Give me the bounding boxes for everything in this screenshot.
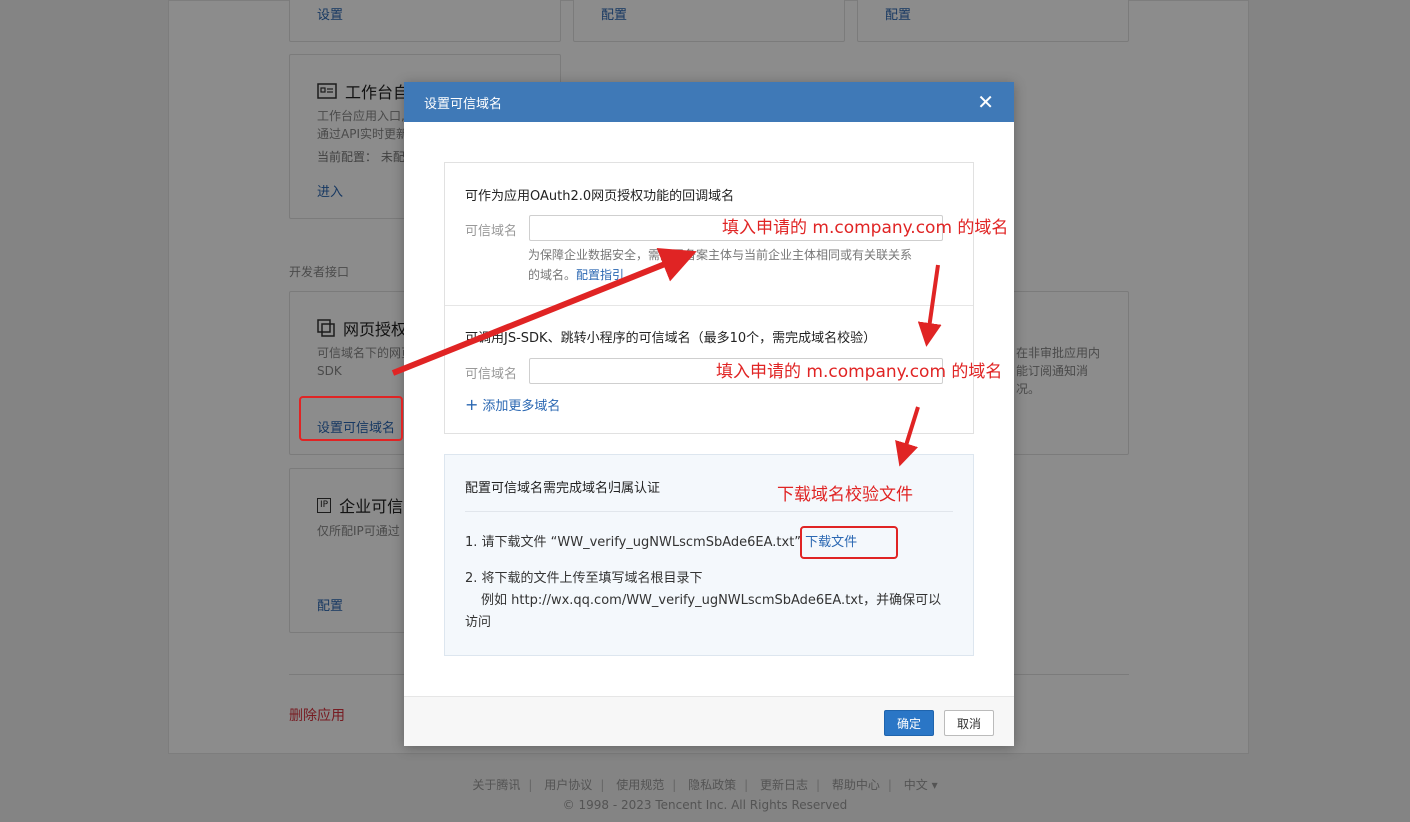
confirm-button[interactable]: 确定	[884, 710, 934, 736]
oauth-section-title: 可作为应用OAuth2.0网页授权功能的回调域名	[465, 189, 735, 204]
oauth-field-label: 可信域名	[465, 224, 518, 239]
add-more-label: 添加更多域名	[482, 399, 561, 414]
close-icon[interactable]: ✕	[977, 92, 994, 112]
oauth-hint: 为保障企业数据安全，需配置备案主体与当前企业主体相同或有关联关系 的域名。配置指…	[528, 245, 948, 285]
verify-step-2-line2: 例如 http://wx.qq.com/WW_verify_ugNWLscmSb…	[481, 593, 942, 608]
oauth-hint-line2-wrap: 的域名。配置指引	[528, 265, 948, 285]
dialog-body: 可作为应用OAuth2.0网页授权功能的回调域名 可信域名 为保障企业数据安全，…	[444, 162, 974, 656]
add-more-domain-button[interactable]: + 添加更多域名	[465, 395, 560, 414]
oauth-hint-line1: 为保障企业数据安全，需配置备案主体与当前企业主体相同或有关联关系	[528, 248, 913, 262]
verify-divider	[465, 511, 953, 512]
plus-icon: +	[465, 394, 479, 414]
highlight-download-file	[800, 526, 898, 559]
config-guide-link[interactable]: 配置指引	[576, 268, 624, 282]
verify-step-2-line3: 访问	[465, 615, 492, 630]
verify-step-2: 2. 将下载的文件上传至填写域名根目录下 例如 http://wx.qq.com…	[465, 568, 955, 634]
oauth-hint-line2: 的域名。	[528, 268, 577, 282]
verify-step-1-text: 1. 请下载文件 “WW_verify_ugNWLscmSbAde6EA.txt…	[465, 535, 802, 550]
annotation-fill-domain-1: 填入申请的 m.company.com 的域名	[722, 218, 1009, 238]
dialog-header: 设置可信域名 ✕	[404, 82, 1014, 122]
section-divider	[445, 305, 973, 306]
annotation-fill-domain-2: 填入申请的 m.company.com 的域名	[716, 362, 1003, 382]
dialog-footer: 确定 取消	[404, 696, 1014, 746]
domain-settings-box: 可作为应用OAuth2.0网页授权功能的回调域名 可信域名 为保障企业数据安全，…	[444, 162, 974, 434]
trusted-domain-dialog: 设置可信域名 ✕ 可作为应用OAuth2.0网页授权功能的回调域名 可信域名 为…	[404, 82, 1014, 746]
cancel-button[interactable]: 取消	[944, 710, 994, 736]
dialog-title: 设置可信域名	[424, 96, 503, 112]
annotation-download-file: 下载域名校验文件	[777, 485, 913, 505]
verify-step-2-line1: 2. 将下载的文件上传至填写域名根目录下	[465, 571, 703, 586]
highlight-set-trusted-domain	[299, 396, 403, 441]
jssdk-field-label: 可信域名	[465, 367, 518, 382]
jssdk-section-title: 可调用JS-SDK、跳转小程序的可信域名（最多10个，需完成域名校验）	[465, 331, 877, 346]
verify-title: 配置可信域名需完成域名归属认证	[465, 481, 661, 496]
